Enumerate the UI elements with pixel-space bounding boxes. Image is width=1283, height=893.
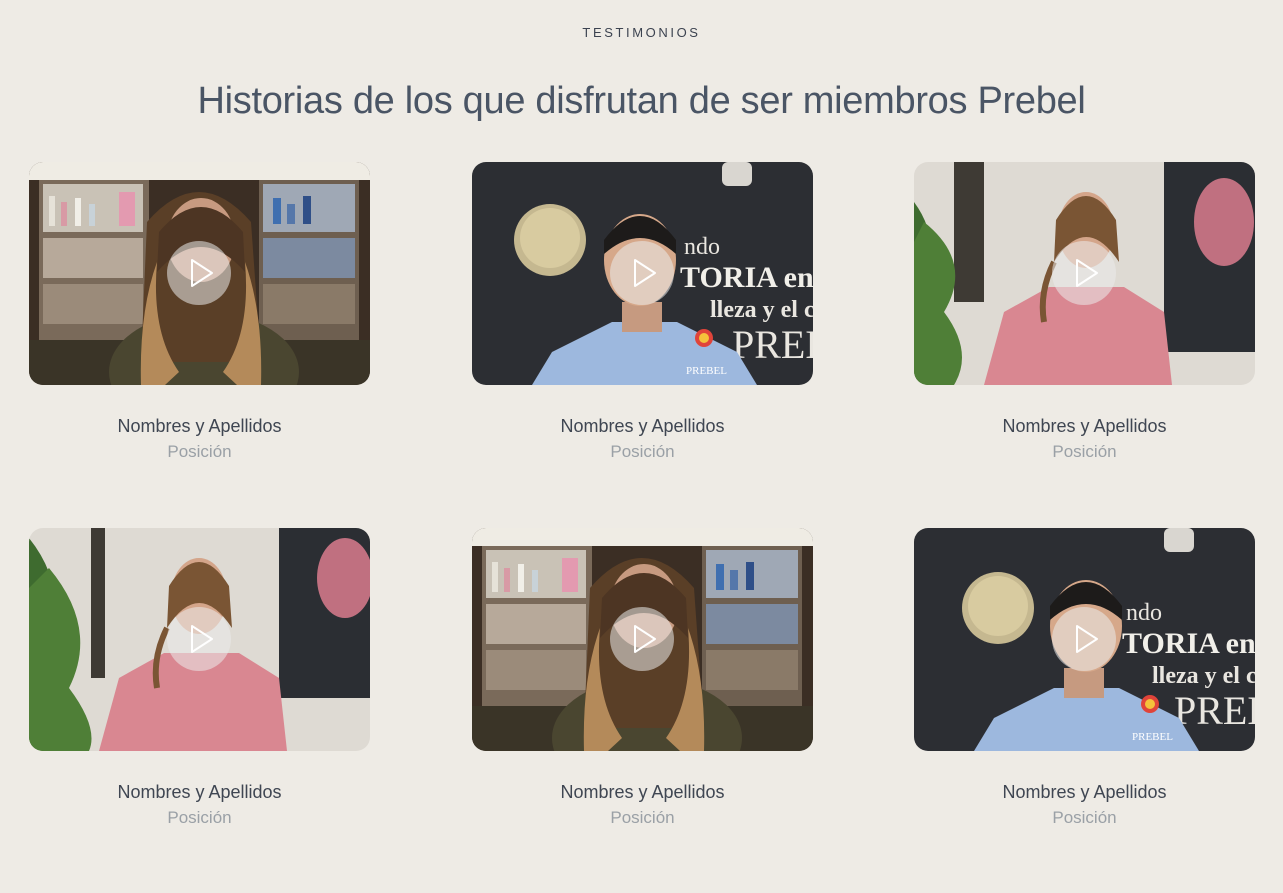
play-button[interactable] [1052, 607, 1116, 671]
testimonial-name: Nombres y Apellidos [560, 416, 725, 436]
play-button[interactable] [610, 241, 674, 305]
brand-wall-line-3: lleza y el cu [1152, 663, 1255, 689]
play-button[interactable] [610, 607, 674, 671]
video-thumbnail[interactable] [29, 162, 370, 385]
testimonial-role: Posición [167, 808, 232, 827]
brand-wall-line-2: TORIA en e [680, 261, 813, 294]
play-icon [191, 625, 213, 653]
play-button[interactable] [1052, 241, 1116, 305]
testimonial-card: ndo TORIA en e lleza y el cu PREB PREBEL… [914, 528, 1255, 827]
play-icon [1076, 259, 1098, 287]
testimonial-name: Nombres y Apellidos [1002, 416, 1167, 436]
play-icon [634, 625, 656, 653]
section-headline: Historias de los que disfrutan de ser mi… [197, 80, 1086, 122]
testimonial-role: Posición [610, 442, 675, 461]
testimonial-card: Nombres y Apellidos Posición [472, 528, 813, 827]
play-icon [634, 259, 656, 287]
testimonial-name: Nombres y Apellidos [117, 416, 282, 436]
shirt-badge-text: PREBEL [1132, 731, 1173, 743]
play-icon [191, 259, 213, 287]
testimonial-card: ndo TORIA en e lleza y el cu PREB PREBEL… [472, 162, 813, 461]
video-thumbnail[interactable]: ndo TORIA en e lleza y el cu PREB PREBEL [472, 162, 813, 385]
brand-wall-line-1: ndo [1126, 600, 1162, 626]
play-button[interactable] [167, 241, 231, 305]
testimonial-role: Posición [1052, 442, 1117, 461]
testimonial-name: Nombres y Apellidos [117, 782, 282, 802]
play-button[interactable] [167, 607, 231, 671]
testimonial-name: Nombres y Apellidos [560, 782, 725, 802]
brand-wall-line-1: ndo [684, 234, 720, 260]
testimonial-card: Nombres y Apellidos Posición [29, 162, 370, 461]
video-thumbnail[interactable]: ndo TORIA en e lleza y el cu PREB PREBEL [914, 528, 1255, 751]
brand-wall-line-4: PREB [1174, 688, 1255, 733]
brand-wall-line-4: PREB [732, 322, 813, 367]
section-eyebrow: TESTIMONIOS [582, 25, 701, 40]
testimonial-card: Nombres y Apellidos Posición [29, 528, 370, 827]
brand-wall-line-2: TORIA en e [1122, 627, 1255, 660]
play-icon [1076, 625, 1098, 653]
video-thumbnail[interactable] [914, 162, 1255, 385]
testimonial-card: Nombres y Apellidos Posición [914, 162, 1255, 461]
testimonial-role: Posición [167, 442, 232, 461]
brand-wall-line-3: lleza y el cu [710, 297, 813, 323]
testimonial-role: Posición [1052, 808, 1117, 827]
video-thumbnail[interactable] [29, 528, 370, 751]
video-thumbnail[interactable] [472, 528, 813, 751]
shirt-badge-text: PREBEL [686, 365, 727, 377]
testimonial-role: Posición [610, 808, 675, 827]
testimonial-name: Nombres y Apellidos [1002, 782, 1167, 802]
